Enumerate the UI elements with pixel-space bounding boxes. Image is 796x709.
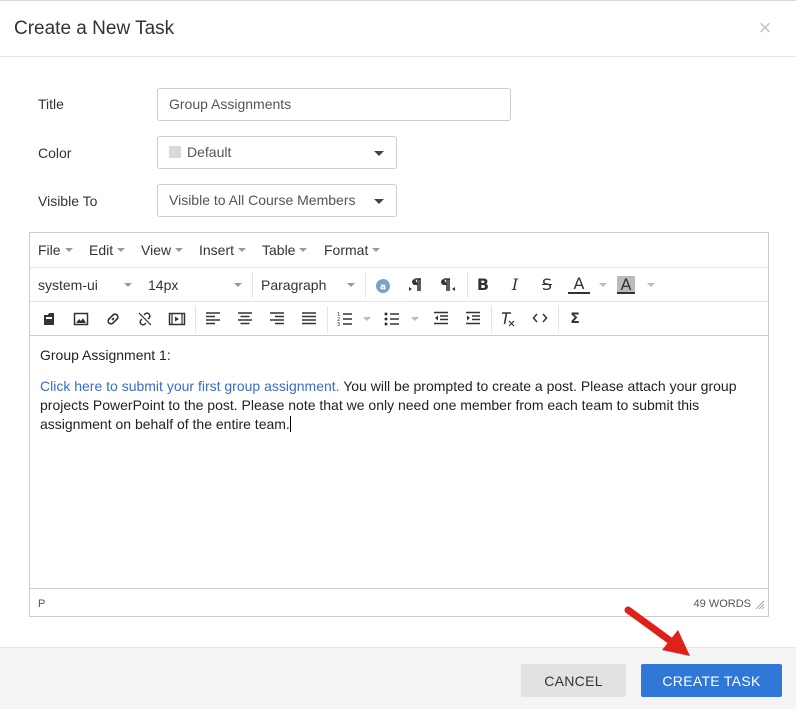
visible-to-select-value: Visible to All Course Members (169, 192, 356, 208)
color-swatch (169, 146, 181, 158)
title-input[interactable]: Group Assignments (157, 88, 511, 121)
element-path[interactable]: P (38, 598, 45, 610)
create-task-button[interactable]: CREATE TASK (641, 664, 782, 697)
word-count: 49 WORDS (693, 598, 751, 610)
red-arrow-icon (624, 606, 690, 656)
align-right-icon[interactable] (266, 308, 288, 330)
spellcheck-icon[interactable]: a (372, 274, 394, 296)
dialog-title: Create a New Task (14, 18, 175, 39)
highlight-color-icon[interactable]: A (617, 276, 635, 294)
svg-text:a: a (380, 283, 386, 293)
bullet-list-icon[interactable] (381, 308, 403, 330)
menu-insert[interactable]: Insert (199, 242, 247, 258)
strikethrough-icon[interactable]: S (536, 274, 558, 296)
editor-toolbar-row-1: system-ui 14px Paragraph a B I S A A (30, 268, 768, 302)
menu-format[interactable]: Format (324, 242, 381, 258)
block-format-value: Paragraph (261, 277, 327, 293)
rich-text-editor: File Edit View Insert Table Format syste… (29, 232, 769, 617)
menu-edit[interactable]: Edit (89, 242, 126, 258)
link-icon[interactable] (102, 308, 124, 330)
code-icon[interactable] (529, 308, 551, 330)
menu-file[interactable]: File (38, 242, 73, 258)
clear-formatting-icon[interactable] (497, 308, 519, 330)
outdent-icon[interactable] (430, 308, 452, 330)
equation-icon[interactable]: Σ (564, 308, 586, 330)
content-heading: Group Assignment 1: (40, 347, 171, 363)
editor-content[interactable]: Group Assignment 1: Click here to submit… (40, 346, 760, 446)
content-paragraph: Click here to submit your first group as… (40, 377, 760, 434)
editor-menubar: File Edit View Insert Table Format (30, 233, 768, 268)
chevron-down-icon (374, 199, 384, 204)
chevron-down-icon (374, 151, 384, 156)
indent-icon[interactable] (462, 308, 484, 330)
italic-icon[interactable]: I (504, 274, 526, 296)
svg-text:3: 3 (337, 322, 340, 327)
title-label: Title (38, 96, 64, 112)
dialog-header: Create a New Task × (0, 0, 796, 57)
unlink-icon[interactable] (134, 308, 156, 330)
submit-assignment-link[interactable]: Click here to submit your first group as… (40, 378, 340, 394)
color-select[interactable]: Default (157, 136, 397, 169)
font-size-select[interactable]: 14px (148, 277, 243, 293)
menu-table[interactable]: Table (262, 242, 308, 258)
editor-toolbar-row-2: 123 Σ (30, 302, 768, 336)
font-size-value: 14px (148, 277, 179, 293)
cancel-button[interactable]: CANCEL (521, 664, 626, 697)
numbered-list-icon[interactable]: 123 (334, 308, 356, 330)
align-justify-icon[interactable] (298, 308, 320, 330)
visible-to-label: Visible To (38, 193, 98, 209)
create-task-dialog: Create a New Task × Title Group Assignme… (0, 0, 796, 709)
ltr-icon[interactable] (405, 274, 427, 296)
resize-grip-icon[interactable] (755, 600, 765, 613)
rtl-icon[interactable] (437, 274, 459, 296)
insert-media-icon[interactable] (166, 308, 188, 330)
block-format-select[interactable]: Paragraph (261, 277, 361, 293)
align-center-icon[interactable] (234, 308, 256, 330)
insert-file-icon[interactable] (38, 308, 60, 330)
align-left-icon[interactable] (202, 308, 224, 330)
visible-to-select[interactable]: Visible to All Course Members (157, 184, 397, 217)
text-color-icon[interactable]: A (568, 274, 590, 294)
close-icon[interactable]: × (754, 17, 776, 39)
menu-view[interactable]: View (141, 242, 184, 258)
insert-image-icon[interactable] (70, 308, 92, 330)
color-select-value: Default (187, 144, 232, 160)
color-label: Color (38, 145, 72, 161)
text-cursor (289, 416, 291, 432)
font-family-select[interactable]: system-ui (38, 277, 133, 293)
font-family-value: system-ui (38, 277, 98, 293)
bold-icon[interactable]: B (472, 274, 494, 296)
